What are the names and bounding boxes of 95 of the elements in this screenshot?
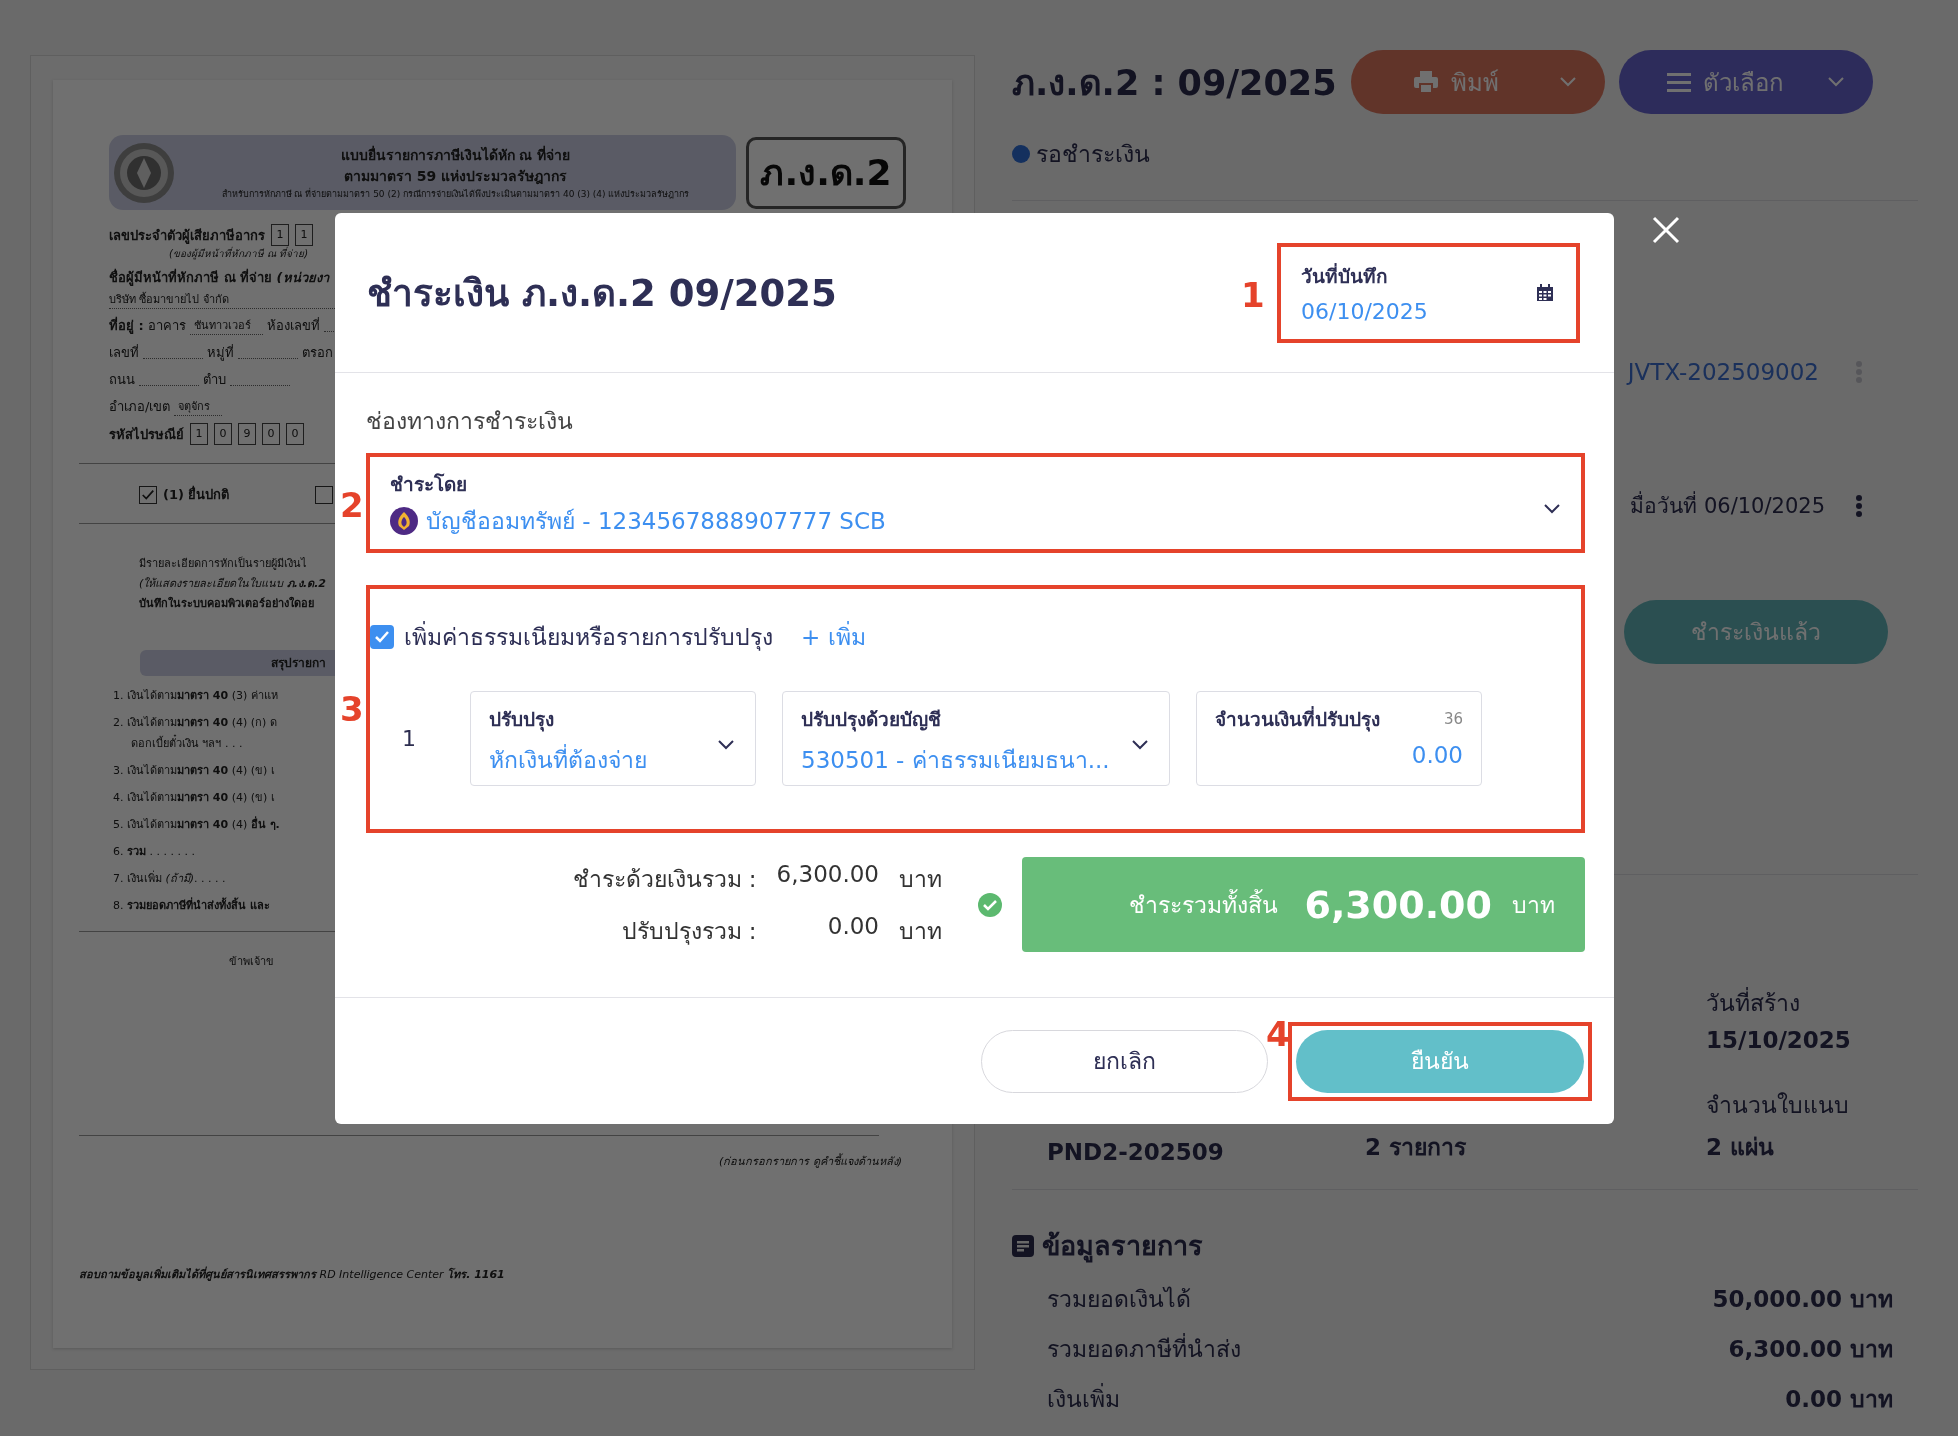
form-subtitle: ตามมาตรา 59 แห่งประมวลรัษฎากร: [342, 166, 569, 187]
detail-value: 15/10/2025: [1706, 1027, 1852, 1053]
address-label: ตำบ: [203, 371, 226, 389]
calendar-icon: [1536, 283, 1554, 302]
grand-total-banner: ชำระรวมทั้งสิ้น 6,300.00 บาท: [1022, 857, 1585, 952]
detail-label: จำนวนใบแนบ: [1706, 1091, 1850, 1120]
currency-unit: บาท: [899, 864, 942, 894]
summary-label: รวมยอดเงินได้: [1047, 1285, 1191, 1314]
step-number: 1: [1241, 274, 1265, 315]
chevron-down-icon: [1826, 76, 1845, 88]
cancel-button[interactable]: ยกเลิก: [981, 1029, 1268, 1093]
summary-item: 6. รวม . . . . . . .: [113, 844, 195, 860]
record-title: ภ.ง.ด.2 : 09/2025: [1012, 61, 1337, 105]
address-label: ถนน: [109, 371, 135, 389]
address-label: ตรอก: [302, 344, 333, 362]
summary-item: 3. เงินได้ตามมาตรา 40 (4) (ข) เ: [113, 763, 275, 779]
address-label: เลขที่: [109, 343, 139, 362]
address-value: ชันทาวเวอร์: [189, 316, 263, 335]
adjustment-type-select[interactable]: ปรับปรุง หักเงินที่ต้องจ่าย: [470, 691, 756, 786]
detail-line: (ให้แสดงรายละเอียดในใบแนบ ภ.ง.ด.2: [139, 576, 326, 592]
currency-unit: บาท: [899, 916, 942, 946]
detail-value: 2 รายการ: [1365, 1133, 1467, 1162]
summary-item: 5. เงินได้ตามมาตรา 40 (4) อื่น ๆ.: [113, 815, 280, 833]
step-number: 4: [1266, 1013, 1290, 1054]
digit-box: 0: [286, 423, 304, 445]
total-label: ชำระด้วยเงินรวม :: [572, 864, 757, 894]
form-note: สำหรับการหักภาษี ณ ที่จ่ายตามมาตรา 50 (2) กรณีการจ่ายเงินได้พึงประเมินตามมาตรา 40 (3) (4) แห่งประมวลรัษฎากร: [220, 187, 691, 201]
form-title: แบบยื่นรายการภาษีเงินได้หัก ณ ที่จ่าย: [339, 144, 572, 165]
tax-id-label: เลขประจำตัวผู้เสียภาษีอากร: [109, 226, 265, 246]
summary-value: 6,300.00 บาท: [1728, 1335, 1893, 1364]
address-label: อำเภอ/เขต: [109, 398, 171, 416]
address-value: จตุจักร: [174, 397, 223, 416]
status-label: รอชำระเงิน: [1036, 140, 1150, 169]
footer-note: สอบถามข้อมูลเพิ่มเติมได้ที่ศูนย์สารนิเทศสรรพากร RD Intelligence Center โทร. 1161: [79, 1265, 505, 1283]
amount-field[interactable]: จำนวนเงินที่ปรับปรุง 36 0.00: [1196, 691, 1482, 786]
form-code: ภ.ง.ด.2: [746, 136, 906, 209]
step-number: 2: [340, 485, 364, 525]
detail-label: วันที่สร้าง: [1706, 985, 1918, 1021]
payment-date-text: มื่อวันที่ 06/10/2025: [1630, 489, 1825, 522]
bank-logo-icon: [390, 507, 418, 535]
close-icon[interactable]: [1651, 215, 1681, 245]
chevron-down-icon: [1131, 738, 1149, 751]
instruction-note: (ก่อนกรอกรายการ ดูคำชี้แจงด้านหลัง): [717, 1152, 903, 1170]
total-value: 0.00: [827, 912, 879, 941]
summary-value: 0.00 บาท: [1785, 1385, 1893, 1414]
digit-box: 0: [262, 423, 280, 445]
section-heading: ช่องทางการชำระเงิน: [366, 407, 574, 436]
seal-icon: [113, 141, 175, 204]
payment-method-select[interactable]: ชำระโดย บัญชีออมทรัพย์ - 1234567888907777 SCB: [370, 457, 1581, 549]
address-label: ที่อยู่ : อาคาร: [109, 315, 186, 336]
summary-value: 50,000.00 บาท: [1712, 1285, 1893, 1314]
row-number: 1: [401, 726, 417, 751]
checkbox[interactable]: [370, 625, 394, 649]
account-select[interactable]: ปรับปรุงด้วยบัญชี 530501 - ค่าธรรมเนียมธนา...: [782, 691, 1170, 786]
summary-item: 4. เงินได้ตามมาตรา 40 (4) (ข) เ: [113, 790, 275, 806]
filing-option-label: (1) ยื่นปกติ: [163, 484, 230, 504]
tax-id-note: (ของผู้มีหน้าที่หักภาษี ณ ที่จ่าย): [169, 246, 310, 261]
date-field[interactable]: วันที่บันทึก 06/10/2025: [1285, 250, 1572, 335]
summary-item: 1. เงินได้ตามมาตรา 40 (3) ค่าแห: [113, 688, 278, 704]
total-label: ปรับปรุงรวม :: [621, 916, 757, 947]
status-dot: [1012, 145, 1030, 163]
summary-item: 2. เงินได้ตามมาตรา 40 (4) (ก) ด: [113, 715, 277, 731]
digit-box: 0: [214, 423, 232, 445]
address-label: หมู่ที่: [207, 343, 234, 363]
chevron-down-icon: [1543, 503, 1561, 515]
detail-value: PND2-202509: [1047, 1139, 1225, 1165]
detail-line: มีรายละเอียดการหักเป็นรายผู้มีเงินไ: [139, 555, 307, 572]
summary-label: รวมยอดภาษีที่นำส่ง: [1047, 1331, 1241, 1367]
chevron-down-icon: [1558, 76, 1577, 88]
digit-box: 1: [271, 224, 289, 246]
summary-label: เงินเพิ่ม: [1047, 1381, 1120, 1417]
menu-icon: [1666, 72, 1691, 92]
detail-value: 2 แผ่น: [1706, 1133, 1775, 1162]
printer-icon: [1412, 70, 1439, 94]
step-number: 3: [340, 689, 364, 729]
summary-item: 8. รวมยอดภาษีที่นำส่งทั้งสิ้น และ: [113, 896, 270, 914]
more-icon[interactable]: [1855, 493, 1863, 518]
payer-label: ชื่อผู้มีหน้าที่หักภาษี ณ ที่จ่าย (หน่วยงา: [109, 267, 329, 288]
check-circle-icon: [978, 892, 1002, 917]
checkbox-label: เพิ่มค่าธรรมเนียมหรือรายการปรับปรุง: [404, 619, 773, 655]
dialog-title: ชำระเงิน ภ.ง.ด.2 09/2025: [367, 271, 837, 317]
total-value: 6,300.00: [776, 860, 879, 889]
detail-line: บันทึกในระบบคอมพิวเตอร์อย่างใดอย: [139, 595, 314, 612]
digit-box: 1: [295, 224, 313, 246]
list-icon: [1012, 1234, 1034, 1257]
address-label: ห้องเลขที่: [266, 316, 320, 335]
checkmark-icon: [374, 630, 390, 644]
chevron-down-icon: [717, 738, 735, 751]
postal-label: รหัสไปรษณีย์: [109, 425, 184, 444]
section-title: ข้อมูลรายการ: [1042, 1229, 1203, 1265]
declaration-text: ข้าพเจ้าข: [229, 954, 274, 970]
digit-box: 1: [190, 423, 208, 445]
summary-item: 7. เงินเพิ่ม (ถ้ามี). . . . .: [113, 869, 226, 887]
summary-item: ดอกเบี้ยตั๋วเงิน ฯลฯ . . .: [131, 730, 243, 757]
digit-box: 9: [238, 423, 256, 445]
